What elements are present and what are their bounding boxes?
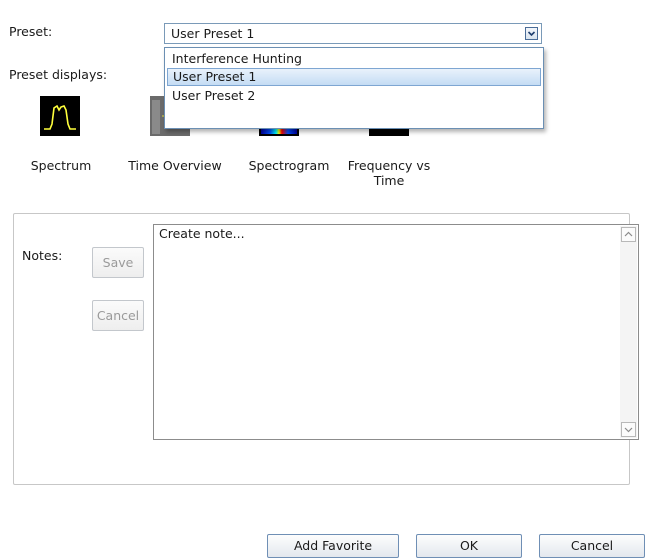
display-label-spectrum: Spectrum — [30, 158, 92, 173]
add-favorite-button[interactable]: Add Favorite — [267, 534, 399, 558]
chevron-down-icon[interactable] — [525, 27, 538, 40]
save-note-button[interactable]: Save — [92, 247, 144, 278]
preset-dropdown-list[interactable]: Interference Hunting User Preset 1 User … — [164, 47, 544, 129]
preset-displays-label: Preset displays: — [9, 67, 108, 82]
preset-dropdown[interactable]: User Preset 1 — [164, 23, 542, 44]
ok-button[interactable]: OK — [416, 534, 522, 558]
preset-option[interactable]: Interference Hunting — [167, 50, 541, 68]
notes-placeholder: Create note... — [159, 226, 245, 241]
preset-selected-value: User Preset 1 — [171, 26, 255, 41]
cancel-note-button[interactable]: Cancel — [92, 300, 144, 331]
notes-textarea[interactable]: Create note... — [153, 224, 639, 440]
cancel-button[interactable]: Cancel — [539, 534, 645, 558]
preset-option[interactable]: User Preset 2 — [167, 87, 541, 105]
preset-label: Preset: — [9, 24, 53, 39]
preset-option-selected[interactable]: User Preset 1 — [167, 68, 541, 86]
scroll-up-icon[interactable] — [621, 227, 636, 242]
display-label-frequency-vs-time: Frequency vs Time — [347, 158, 431, 188]
notes-scrollbar[interactable] — [620, 226, 637, 438]
spectrum-icon — [40, 96, 80, 136]
display-label-time-overview: Time Overview — [128, 158, 222, 173]
display-label-spectrogram: Spectrogram — [248, 158, 330, 173]
notes-label: Notes: — [22, 248, 63, 263]
scroll-down-icon[interactable] — [621, 422, 636, 437]
